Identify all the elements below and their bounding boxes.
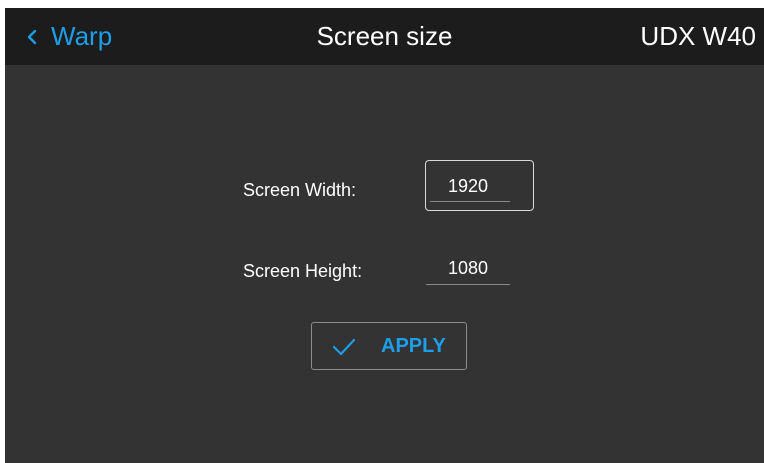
apply-button[interactable]: APPLY (311, 322, 467, 370)
device-model: UDX W40 (640, 21, 756, 51)
screen-size-panel: Warp Screen size UDX W40 Screen Width: 1… (5, 8, 764, 463)
back-label: Warp (51, 21, 113, 51)
screen-width-field[interactable]: 1920 (425, 160, 534, 211)
screen-height-label: Screen Height: (243, 261, 363, 281)
check-icon (332, 337, 356, 357)
screen-height-underline (426, 284, 510, 285)
apply-label: APPLY (381, 334, 446, 357)
screen-width-underline (430, 201, 510, 202)
header-bar: Warp Screen size UDX W40 (5, 8, 764, 65)
screen-width-label: Screen Width: (243, 180, 357, 200)
screen-width-value: 1920 (447, 176, 489, 196)
chevron-left-icon (27, 29, 37, 45)
back-button[interactable]: Warp (27, 8, 112, 65)
screen-height-value: 1080 (447, 258, 489, 278)
screen-height-field[interactable]: 1080 (426, 248, 510, 286)
